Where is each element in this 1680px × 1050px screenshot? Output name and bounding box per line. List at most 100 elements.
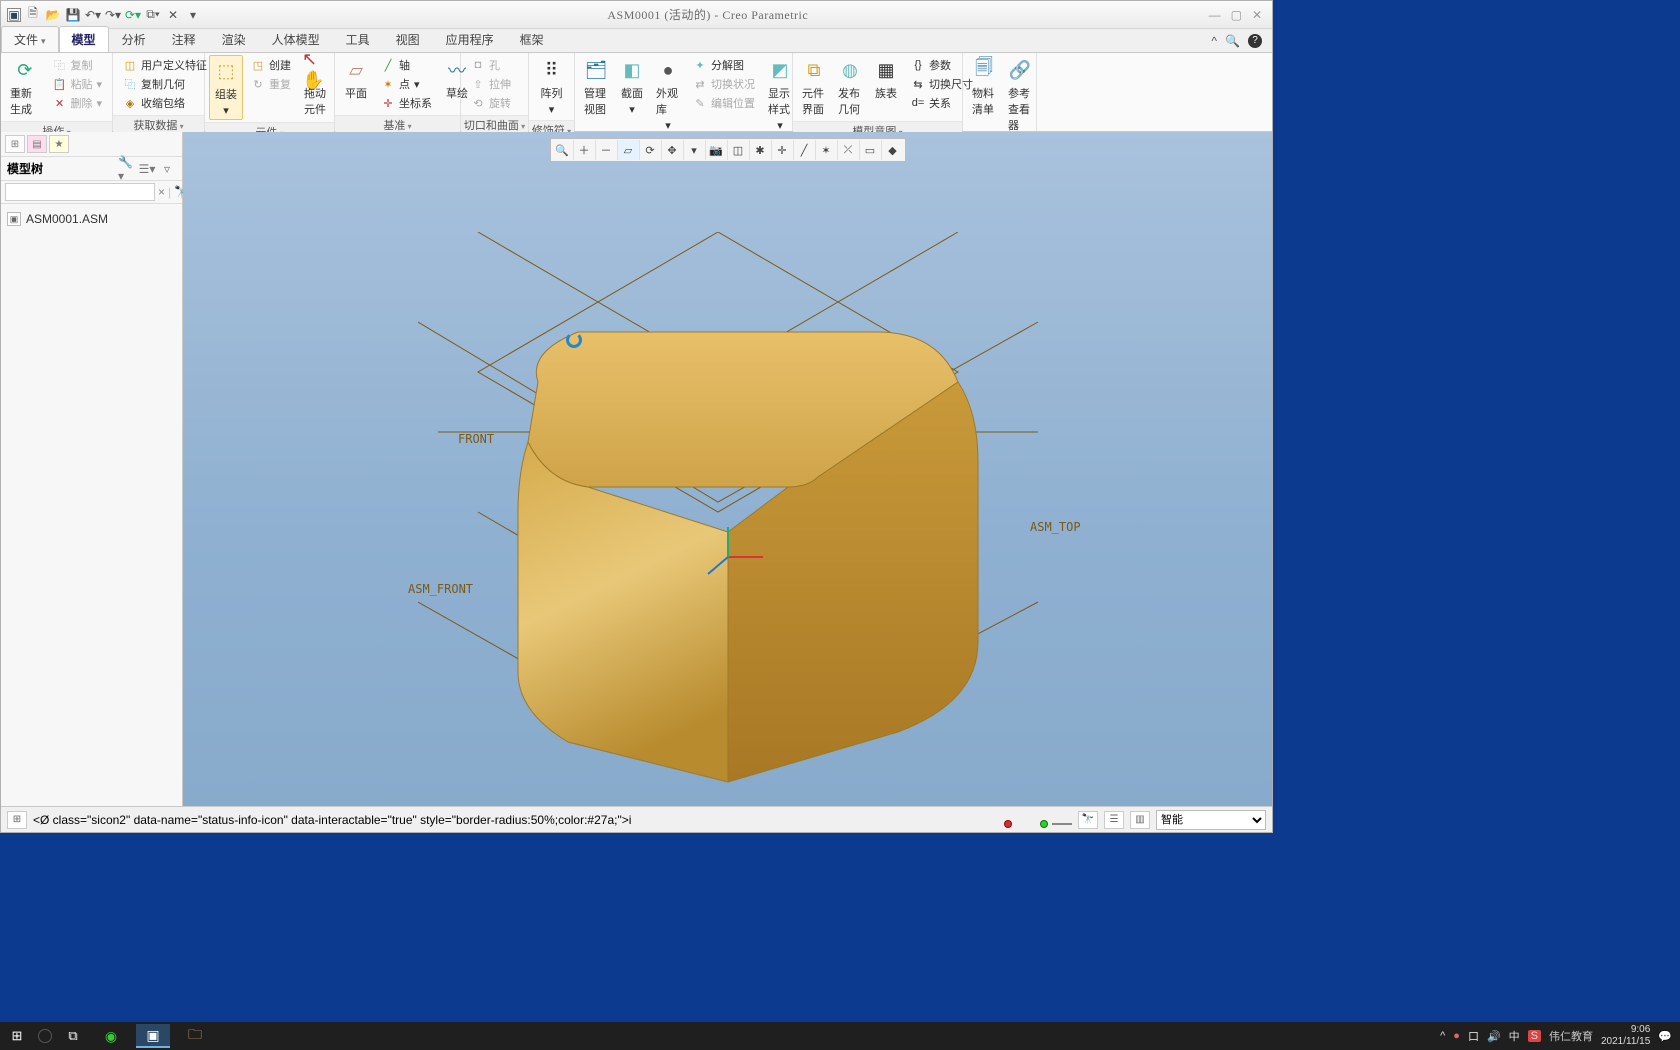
create-button[interactable]: ◳创建	[247, 56, 295, 74]
plane-display-icon[interactable]: ▭	[860, 140, 882, 160]
repaint-icon[interactable]: ▱	[618, 140, 640, 160]
section-button[interactable]: ◧截面▾	[615, 55, 649, 118]
tree-settings-icon[interactable]: 🔧▾	[118, 161, 136, 177]
sel-filter-icon[interactable]: ☰	[1104, 811, 1124, 829]
editpos-button[interactable]: ✎编辑位置	[689, 94, 759, 112]
help-icon[interactable]: ?	[1248, 34, 1262, 48]
refviewer-button[interactable]: 🔗参考查看器	[1003, 55, 1037, 135]
open-icon[interactable]: 📂	[45, 7, 61, 23]
displaystyle-button[interactable]: ◩显示样式▾	[763, 55, 797, 134]
tray-ime-icon[interactable]: 中	[1509, 1028, 1520, 1044]
tab-frame[interactable]: 框架	[507, 26, 557, 52]
taskbar-clock[interactable]: 9:06 2021/11/15	[1601, 1024, 1650, 1048]
taskbar-app-creo[interactable]: ▣	[136, 1024, 170, 1048]
tray-network-icon[interactable]: 口	[1468, 1028, 1479, 1044]
manage-views-button[interactable]: 🗂管理视图	[579, 55, 613, 119]
spin-icon[interactable]: ⟳	[640, 140, 662, 160]
refit-icon[interactable]: 🔍	[552, 140, 574, 160]
hole-button[interactable]: ◘孔	[467, 56, 515, 74]
pubgeom-button[interactable]: ◍发布几何	[833, 55, 867, 119]
delete-button[interactable]: ✕删除 ▾	[48, 94, 106, 112]
csys-button[interactable]: ✛坐标系	[377, 94, 436, 112]
style-icon[interactable]: ◆	[882, 140, 904, 160]
taskview-icon[interactable]: ⧉	[60, 1025, 86, 1047]
tray-icon-1[interactable]: ●	[1453, 1030, 1460, 1042]
tab-view[interactable]: 视图	[383, 26, 433, 52]
collapse-ribbon-icon[interactable]: ^	[1211, 34, 1217, 48]
assemble-button[interactable]: ⬚ 组装▾	[209, 55, 243, 120]
notifications-icon[interactable]: 💬	[1658, 1030, 1672, 1043]
windows-icon[interactable]: ⧉▾	[145, 7, 161, 23]
start-button[interactable]: ⊞	[4, 1025, 30, 1047]
fav-tab-icon[interactable]: ★	[49, 135, 69, 153]
namedview-icon[interactable]: 📷	[706, 140, 728, 160]
redo-icon[interactable]: ↷▾	[105, 7, 121, 23]
repeat-button[interactable]: ↻重复	[247, 75, 295, 93]
tab-tools[interactable]: 工具	[333, 26, 383, 52]
taskbar-app-explorer[interactable]: 🗀	[178, 1024, 212, 1048]
regen-icon[interactable]: ⟳▾	[125, 7, 141, 23]
revolve-button[interactable]: ⟲旋转	[467, 94, 515, 112]
persp-icon[interactable]: ◫	[728, 140, 750, 160]
tree-item-asm[interactable]: ▣ ASM0001.ASM	[7, 210, 176, 228]
taskbar-search-icon[interactable]	[38, 1029, 52, 1043]
maximize-button[interactable]: ▢	[1231, 8, 1242, 22]
search-help-icon[interactable]: 🔍	[1225, 34, 1240, 48]
tab-file[interactable]: 文件	[1, 26, 59, 52]
point-display-icon[interactable]: ✶	[816, 140, 838, 160]
tree-search-input[interactable]	[5, 183, 155, 201]
explode-button[interactable]: ✦分解图	[689, 56, 759, 74]
shrinkwrap-button[interactable]: ◈收缩包络	[119, 94, 211, 112]
tree-show-icon[interactable]: ☰▾	[138, 161, 156, 177]
tab-analysis[interactable]: 分析	[109, 26, 159, 52]
point-button[interactable]: ✶点 ▾	[377, 75, 436, 93]
close-button[interactable]: ✕	[1252, 8, 1262, 22]
zoomin-icon[interactable]: ＋	[574, 140, 596, 160]
regenerate-button[interactable]: ⟳ 重新生成	[5, 55, 44, 119]
tab-annotate[interactable]: 注释	[159, 26, 209, 52]
zoomout-icon[interactable]: －	[596, 140, 618, 160]
slider-track[interactable]	[1052, 823, 1072, 825]
close-win-icon[interactable]: ✕	[165, 7, 181, 23]
tray-sogou-icon[interactable]: S	[1528, 1030, 1541, 1042]
savedview-icon[interactable]: ▾	[684, 140, 706, 160]
copy-button[interactable]: ⿻复制	[48, 56, 106, 74]
compif-button[interactable]: ⧉元件界面	[797, 55, 831, 119]
new-icon[interactable]: 🗎	[25, 7, 41, 23]
qat-more-icon[interactable]: ▾	[185, 7, 201, 23]
tray-volume-icon[interactable]: 🔊	[1487, 1030, 1501, 1043]
axis-display-icon[interactable]: ╱	[794, 140, 816, 160]
pan-icon[interactable]: ✥	[662, 140, 684, 160]
bom-button[interactable]: 🗐物料清单	[967, 55, 1001, 119]
tab-render[interactable]: 渲染	[209, 26, 259, 52]
selection-filter-select[interactable]: 智能	[1156, 810, 1266, 830]
datum-icon[interactable]: ✛	[772, 140, 794, 160]
taskbar-app-edge[interactable]: ◉	[94, 1024, 128, 1048]
drag-comp-button[interactable]: ↖✋ 拖动元件	[299, 55, 333, 119]
sel-list-icon[interactable]: ▥	[1130, 811, 1150, 829]
layer-tab-icon[interactable]: ▤	[27, 135, 47, 153]
undo-icon[interactable]: ↶▾	[85, 7, 101, 23]
annot-icon[interactable]: ✱	[750, 140, 772, 160]
appearance-button[interactable]: ●外观库▾	[651, 55, 685, 134]
tab-apps[interactable]: 应用程序	[433, 26, 507, 52]
plane-button[interactable]: ▱ 平面	[339, 55, 373, 103]
clear-search-icon[interactable]: ×	[158, 185, 165, 199]
copygeom-button[interactable]: ⿻复制几何	[119, 75, 211, 93]
axis-button[interactable]: ╱轴	[377, 56, 436, 74]
togglestat-button[interactable]: ⇄切换状况	[689, 75, 759, 93]
status-grid-icon[interactable]: ⊞	[7, 811, 27, 829]
tray-caret-icon[interactable]: ^	[1440, 1030, 1445, 1042]
extrude-button[interactable]: ⇧拉伸	[467, 75, 515, 93]
minimize-button[interactable]: —	[1209, 8, 1221, 22]
tree-tab-icon[interactable]: ⊞	[5, 135, 25, 153]
find-icon[interactable]: 🔭	[1078, 811, 1098, 829]
pattern-button[interactable]: ⠿ 阵列▾	[533, 55, 570, 118]
paste-button[interactable]: 📋粘贴 ▾	[48, 75, 106, 93]
csys-display-icon[interactable]: ⤫	[838, 140, 860, 160]
tree-filter-icon[interactable]: ▿	[158, 161, 176, 177]
udf-button[interactable]: ◫用户定义特征	[119, 56, 211, 74]
save-icon[interactable]: 💾	[65, 7, 81, 23]
graphics-canvas[interactable]: 🔍 ＋ － ▱ ⟳ ✥ ▾ 📷 ◫ ✱ ✛ ╱ ✶ ⤫ ▭ ◆	[183, 132, 1272, 806]
tab-model[interactable]: 模型	[59, 26, 109, 52]
